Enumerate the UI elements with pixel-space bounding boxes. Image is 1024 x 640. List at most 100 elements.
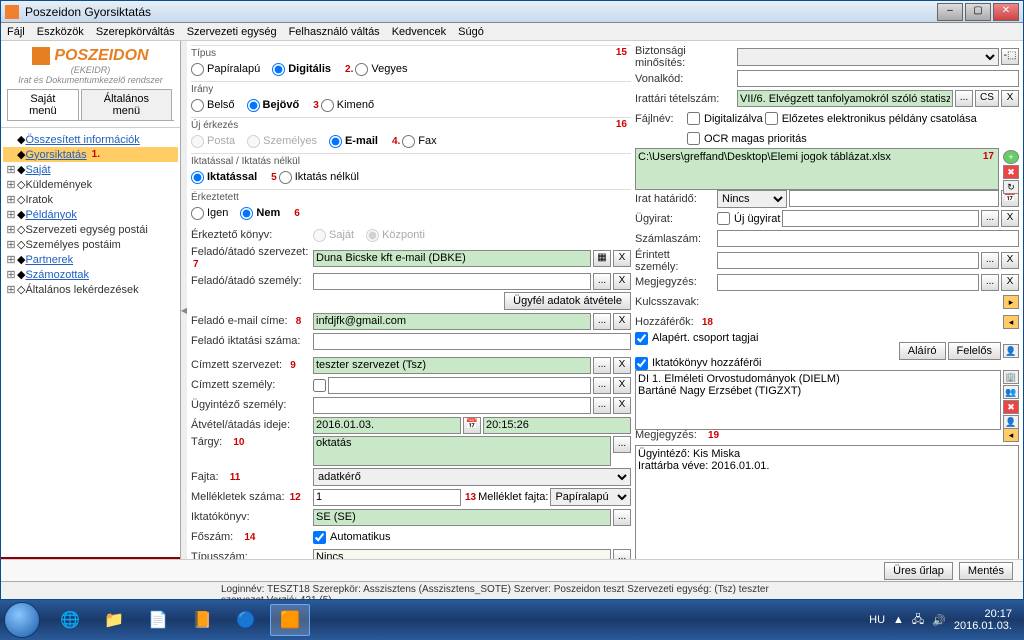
felado-szem-lookup[interactable]: ... (593, 273, 611, 290)
remove-file-icon[interactable]: ✖ (1003, 165, 1019, 179)
ugyfel-button[interactable]: Ügyfél adatok átvétele (504, 292, 631, 310)
menu-role[interactable]: Szerepkörváltás (96, 26, 175, 38)
ugyintez-input[interactable] (313, 397, 591, 414)
digit-chk[interactable]: Digitalizálva (687, 112, 763, 125)
tree-osszesitett[interactable]: ◆Összesített információk (3, 132, 178, 147)
radio-digitalis[interactable]: Digitális (272, 63, 331, 76)
elozetes-chk[interactable]: Előzetes elektronikus példány csatolása (765, 112, 977, 125)
felado-ikt-input[interactable] (313, 333, 631, 350)
tray-vol-icon[interactable]: 🔊 (932, 614, 946, 627)
radio-posta[interactable]: Posta (191, 135, 235, 148)
felado-szerv-input[interactable] (313, 250, 591, 267)
reload-file-icon[interactable]: ↻ (1003, 180, 1019, 194)
megj-expand-icon[interactable]: ◂ (1003, 428, 1019, 442)
mell-input[interactable] (313, 489, 461, 506)
felado-email-lookup[interactable]: ... (593, 313, 611, 330)
ures-button[interactable]: Üres űrlap (884, 562, 953, 580)
iktkonyv-lookup[interactable]: ... (613, 509, 631, 526)
hatarido-select[interactable]: Nincs (717, 190, 787, 208)
org-icon[interactable]: 🏢 (1003, 370, 1019, 384)
ugyintez-lookup[interactable]: ... (593, 397, 611, 414)
add-file-icon[interactable]: + (1003, 150, 1019, 164)
radio-papir[interactable]: Papíralapú (191, 63, 260, 76)
cimzett-szem-lookup[interactable]: ... (593, 377, 611, 394)
targy-input[interactable]: oktatás (313, 436, 611, 466)
alairo-button[interactable]: Aláíró (899, 342, 946, 360)
tb-app2[interactable]: 📙 (182, 604, 222, 636)
file-drop-area[interactable]: C:\Users\greffand\Desktop\Elemi jogok tá… (635, 148, 999, 190)
calendar-icon[interactable]: 📅 (463, 417, 481, 434)
radio-vegyes[interactable]: Vegyes (355, 63, 407, 76)
tree-gyorsiktatas[interactable]: ◆Gyorsiktatás 1. (3, 147, 178, 162)
access-list[interactable]: DI 1. Elméleti Orvostudományok (DIELM) B… (635, 370, 1001, 430)
tree-szamozottak[interactable]: ⊞◆Számozottak (3, 267, 178, 282)
menu-help[interactable]: Súgó (458, 26, 484, 38)
foszam-auto-chk[interactable]: Automatikus (313, 531, 391, 544)
person-icon[interactable]: 👤 (1003, 344, 1019, 358)
remove-access-icon[interactable]: ✖ (1003, 400, 1019, 414)
tree-szemelyes[interactable]: ⊞◇Személyes postáim (3, 237, 178, 252)
tab-sajat[interactable]: Saját menü (7, 89, 79, 120)
menu-user[interactable]: Felhasználó váltás (289, 26, 380, 38)
felado-szerv-clear[interactable]: X (613, 250, 631, 267)
megj-input[interactable] (717, 274, 979, 291)
irattari-input[interactable] (737, 90, 953, 107)
menu-file[interactable]: Fájl (7, 26, 25, 38)
tray-flag-icon[interactable]: ▲ (893, 614, 904, 626)
tb-poszeidon[interactable]: 🟧 (270, 604, 310, 636)
tree-kuldemenyek[interactable]: ⊞◇Küldemények (3, 177, 178, 192)
tree-peldanyok[interactable]: ⊞◆Példányok (3, 207, 178, 222)
tb-app1[interactable]: 📄 (138, 604, 178, 636)
radio-belso[interactable]: Belső (191, 99, 235, 112)
kulcs-expand-icon[interactable]: ▸ (1003, 295, 1019, 309)
menu-fav[interactable]: Kedvencek (392, 26, 446, 38)
erintett-clear[interactable]: X (1001, 252, 1019, 269)
megj-clear[interactable]: X (1001, 274, 1019, 291)
hatarido-input[interactable] (789, 190, 999, 207)
list-item[interactable]: DI 1. Elméleti Orvostudományok (DIELM) (638, 373, 998, 385)
felado-szem-clear[interactable]: X (613, 273, 631, 290)
cs-button[interactable]: CS (975, 90, 999, 107)
atvetel-date-input[interactable] (313, 417, 461, 434)
tree-iratok[interactable]: ⊞◇Iratok (3, 192, 178, 207)
tree-szervezeti[interactable]: ⊞◇Szervezeti egység postái (3, 222, 178, 237)
felado-email-clear[interactable]: X (613, 313, 631, 330)
start-button[interactable] (4, 602, 40, 638)
tree-partnerek[interactable]: ⊞◆Partnerek (3, 252, 178, 267)
megj-lookup[interactable]: ... (981, 274, 999, 291)
ugyirat-clear[interactable]: X (1001, 210, 1019, 227)
minimize-button[interactable]: – (937, 3, 963, 21)
ugyirat-lookup[interactable]: ... (981, 210, 999, 227)
menu-org[interactable]: Szervezeti egység (187, 26, 277, 38)
close-button[interactable]: ✕ (993, 3, 1019, 21)
atvetel-time-input[interactable] (483, 417, 631, 434)
szamla-input[interactable] (717, 230, 1019, 247)
ugyirat-input[interactable] (782, 210, 979, 227)
titlebar[interactable]: Poszeidon Gyorsiktatás – ▢ ✕ (1, 1, 1023, 23)
ugyintez-clear[interactable]: X (613, 397, 631, 414)
erintett-lookup[interactable]: ... (981, 252, 999, 269)
list-item[interactable]: Bartáné Nagy Erzsébet (TIGZXT) (638, 385, 998, 397)
taskbar[interactable]: 🌐 📁 📄 📙 🔵 🟧 HU ▲ 🖧 🔊 20:17 2016.01.03. (0, 600, 1024, 640)
group-icon[interactable]: 👥 (1003, 385, 1019, 399)
tb-explorer[interactable]: 📁 (94, 604, 134, 636)
menu-tools[interactable]: Eszközök (37, 26, 84, 38)
remark-textarea[interactable]: Ügyintéző: Kis Miska Irattárba véve: 201… (635, 445, 1019, 565)
vonalkod-input[interactable] (737, 70, 1019, 87)
radio-fax[interactable]: Fax (402, 135, 436, 148)
iktkonyv-input[interactable] (313, 509, 611, 526)
tb-chrome[interactable]: 🔵 (226, 604, 266, 636)
radio-iktatassal[interactable]: Iktatással (191, 171, 257, 184)
radio-kimeno[interactable]: Kimenő (321, 99, 374, 112)
ocr-chk[interactable]: OCR magas prioritás (687, 132, 807, 145)
alapert-chk[interactable]: Alapért. csoport tagjai (635, 332, 897, 345)
irattari-lookup[interactable]: ... (955, 90, 973, 107)
radio-iktnelkul[interactable]: Iktatás nélkül (279, 171, 359, 184)
tray-net-icon[interactable]: 🖧 (912, 611, 924, 630)
system-tray[interactable]: HU ▲ 🖧 🔊 20:17 2016.01.03. (861, 608, 1020, 632)
ujugyirat-chk[interactable]: Új ügyirat (717, 212, 780, 225)
erintett-input[interactable] (717, 252, 979, 269)
tree-altalanos[interactable]: ⊞◇Általános lekérdezések (3, 282, 178, 297)
radio-email[interactable]: E-mail (329, 135, 378, 148)
cimzett-szerv-clear[interactable]: X (613, 357, 631, 374)
